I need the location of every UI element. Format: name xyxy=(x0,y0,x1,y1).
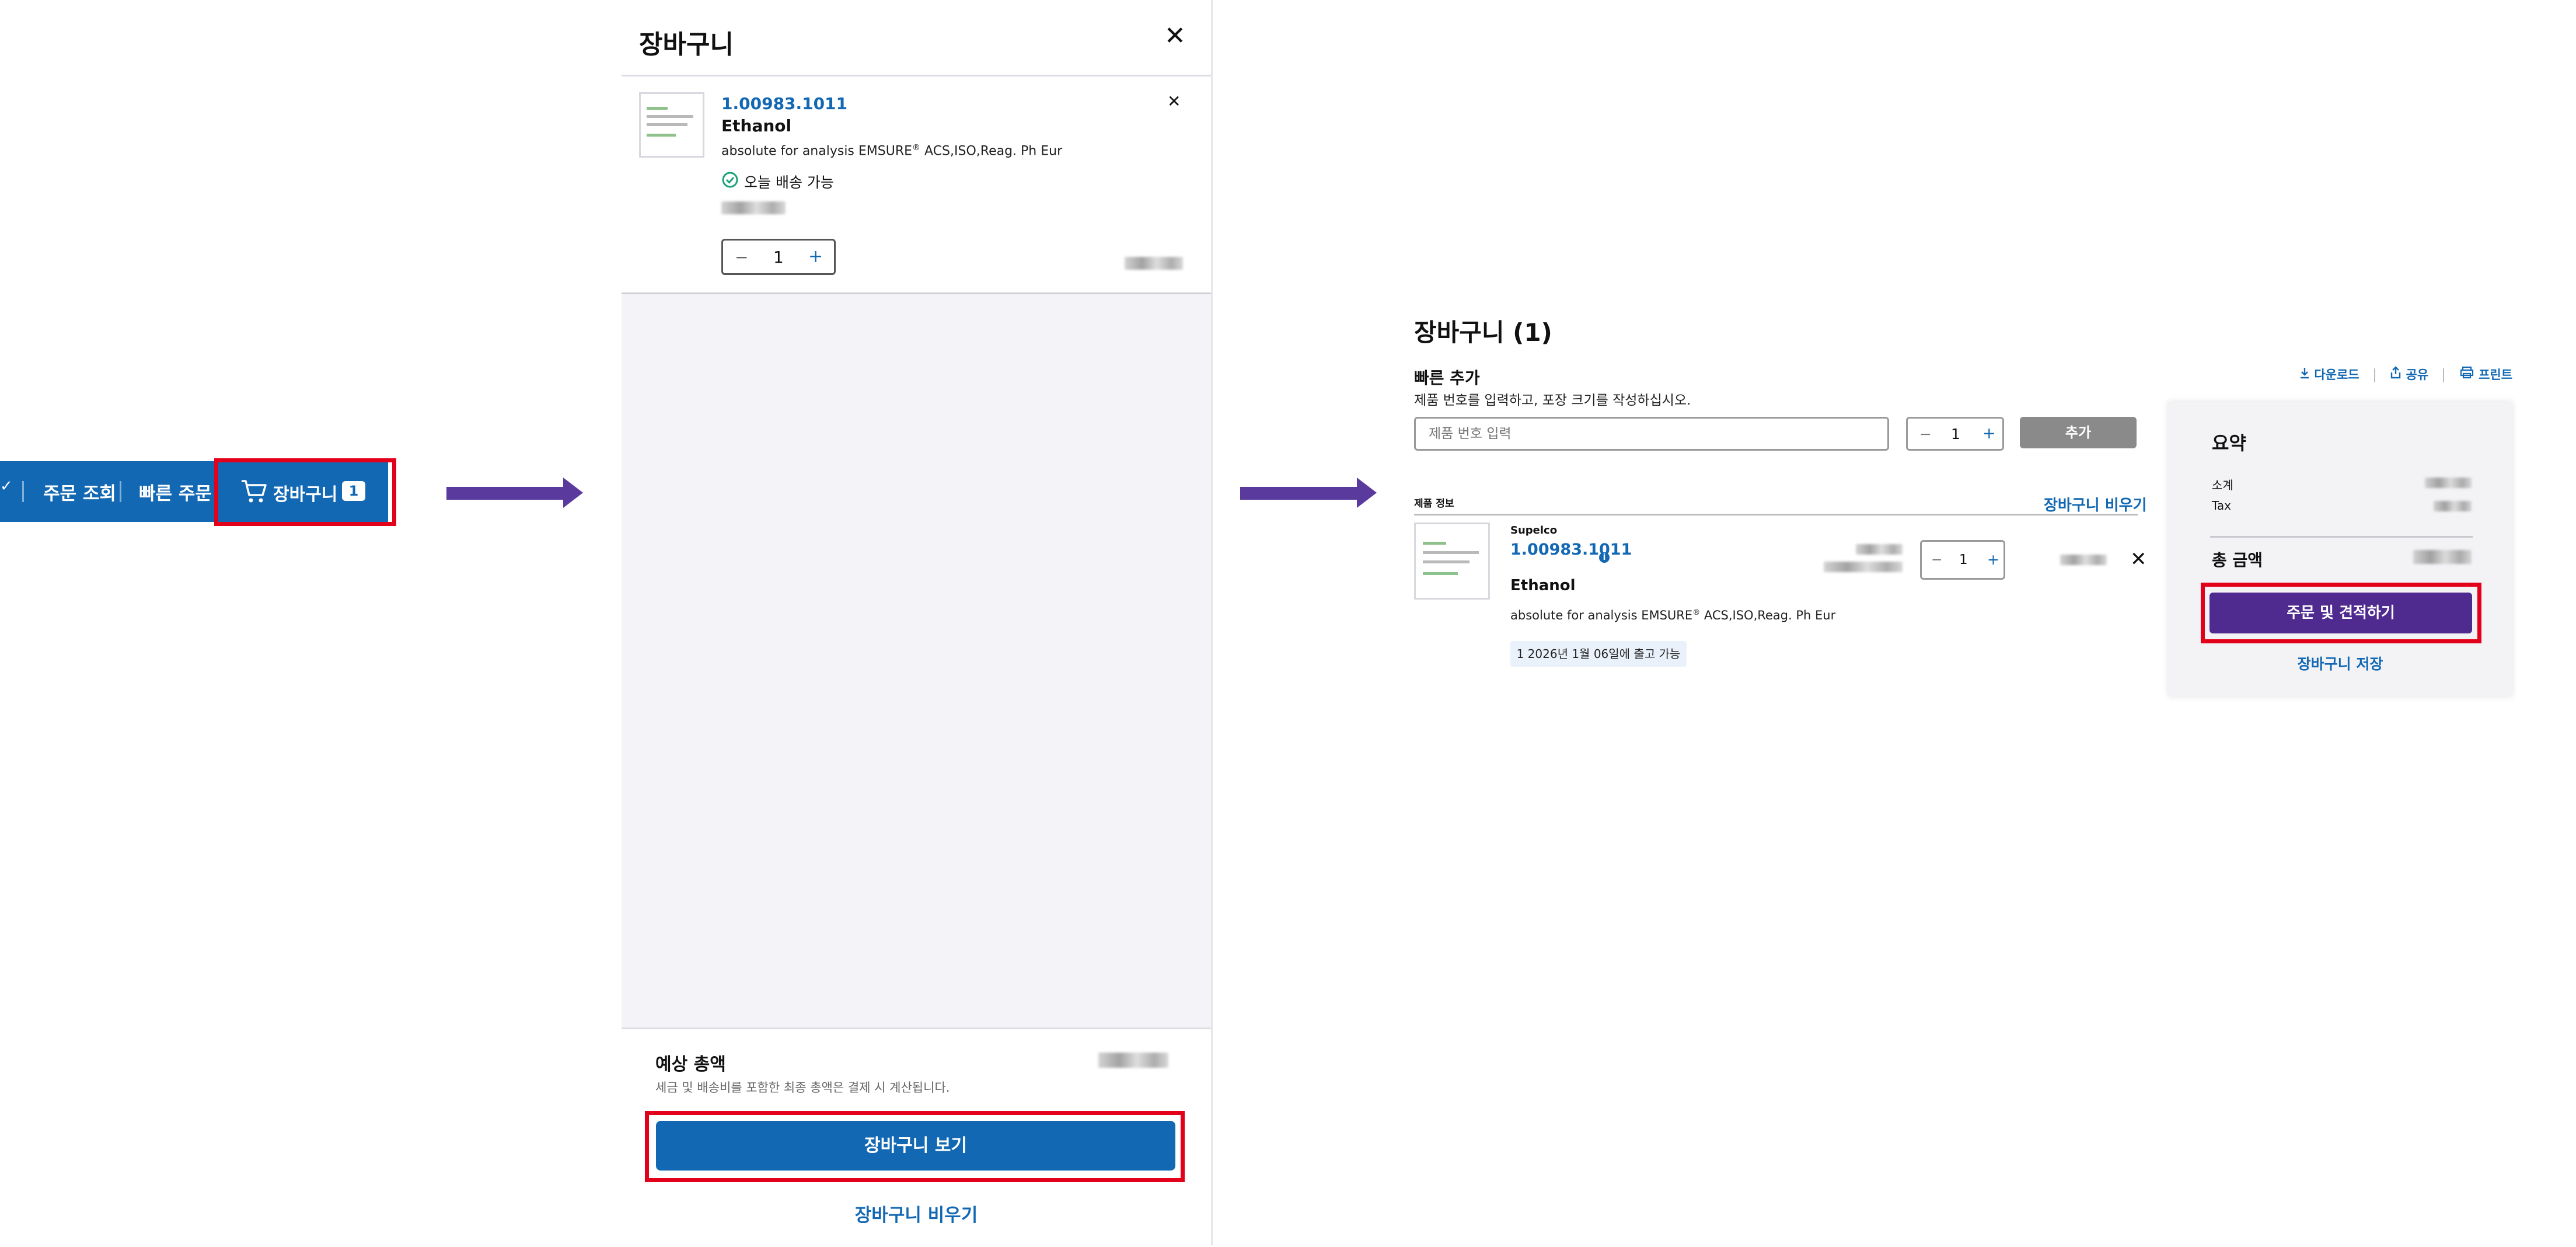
flow-arrow-head xyxy=(563,478,583,508)
nav-quick-order[interactable]: 빠른 주문 xyxy=(139,479,212,505)
clear-cart-link[interactable]: 장바구니 비우기 xyxy=(622,1200,1211,1227)
share-action[interactable]: 공유 xyxy=(2390,366,2432,382)
total-value-redacted xyxy=(2413,550,2472,564)
check-circle-icon xyxy=(722,172,738,188)
flow-arrow-head xyxy=(1357,478,1377,508)
product-info-header: 제품 정보 xyxy=(1414,498,1454,510)
tax-value-redacted xyxy=(2434,501,2472,511)
unit-price-redacted xyxy=(1856,544,1903,555)
product-sku-link[interactable]: 1.00983.1011 xyxy=(721,94,847,113)
tax-label: Tax xyxy=(2212,499,2231,513)
top-nav-bar: ✓ 주문 조회 빠른 주문 xyxy=(0,461,222,522)
quantity-value[interactable]: 1 xyxy=(1951,426,1960,443)
subtotal-label: 소계 xyxy=(2212,478,2233,492)
subtotal-value-redacted xyxy=(2425,478,2472,488)
summary-title: 요약 xyxy=(2212,432,2246,454)
cart-actions: 다운로드 공유 프린트 xyxy=(2299,365,2512,383)
download-action[interactable]: 다운로드 xyxy=(2299,368,2364,382)
page-title: 장바구니 (1) xyxy=(1414,318,1552,347)
clear-cart-link[interactable]: 장바구니 비우기 xyxy=(2044,493,2147,515)
table-header-rule xyxy=(1414,514,2138,515)
line-price-redacted xyxy=(1125,257,1183,270)
product-description: absolute for analysis EMSURE® ACS,ISO,Re… xyxy=(721,143,1063,159)
summary-divider xyxy=(2210,536,2473,538)
product-name: Ethanol xyxy=(721,116,792,135)
decrement-button[interactable]: − xyxy=(1919,426,1932,443)
print-action[interactable]: 프린트 xyxy=(2459,366,2512,382)
info-icon[interactable]: i xyxy=(1599,552,1610,563)
total-label: 총 금액 xyxy=(2212,551,2263,570)
availability-text: 오늘 배송 가능 xyxy=(744,174,834,191)
highlight-box xyxy=(645,1111,1185,1182)
mini-cart-header: 장바구니 ✕ xyxy=(622,0,1211,76)
quick-add-title: 빠른 추가 xyxy=(1414,368,1480,388)
order-summary-card: 요약 소계 Tax 총 금액 주문 및 견적하기 장바구니 저장 xyxy=(2168,402,2512,696)
remove-item-icon[interactable]: ✕ xyxy=(1167,92,1181,111)
nav-order-lookup[interactable]: 주문 조회 xyxy=(43,479,116,505)
add-button[interactable]: 추가 xyxy=(2020,417,2137,448)
highlight-box xyxy=(214,458,396,526)
increment-button[interactable]: + xyxy=(1987,551,1999,568)
divider xyxy=(2373,368,2375,382)
unit-price-redacted xyxy=(1824,562,1903,572)
quantity-value[interactable]: 1 xyxy=(1959,552,1968,567)
product-thumbnail[interactable] xyxy=(639,92,704,158)
product-name: Ethanol xyxy=(1510,577,1576,594)
product-thumbnail[interactable] xyxy=(1414,523,1490,600)
estimated-total-redacted xyxy=(1098,1053,1168,1068)
quantity-stepper[interactable]: − 1 + xyxy=(721,239,836,275)
mini-cart-drawer: 장바구니 ✕ 1.00983.1011 Ethanol absolute for… xyxy=(622,0,1213,1247)
sku-input[interactable] xyxy=(1414,417,1889,451)
flow-arrow xyxy=(446,487,563,500)
line-price-redacted xyxy=(2060,555,2107,565)
download-icon xyxy=(2301,368,2309,379)
printer-icon xyxy=(2460,366,2473,379)
nav-divider xyxy=(120,481,121,502)
product-description: absolute for analysis EMSURE® ACS,ISO,Re… xyxy=(1510,608,1836,622)
quick-add-quantity-stepper[interactable]: − 1 + xyxy=(1906,417,2004,451)
highlight-box xyxy=(2201,583,2481,643)
quantity-stepper[interactable]: − 1 + xyxy=(1920,540,2005,580)
chevron-down-icon[interactable]: ✓ xyxy=(0,478,13,495)
share-icon xyxy=(2391,366,2401,379)
estimated-total-note: 세금 및 배송비를 포함한 최종 총액은 결제 시 계산됩니다. xyxy=(655,1081,950,1095)
divider xyxy=(2443,368,2445,382)
increment-button[interactable]: + xyxy=(1982,424,1996,443)
unit-price-redacted xyxy=(721,201,786,214)
quick-add-hint: 제품 번호를 입력하고, 포장 크기를 작성하십시오. xyxy=(1414,393,1691,408)
flow-arrow xyxy=(1240,487,1357,500)
remove-item-icon[interactable]: ✕ xyxy=(2130,548,2147,571)
quantity-value[interactable]: 1 xyxy=(773,248,784,267)
save-cart-link[interactable]: 장바구니 저장 xyxy=(2168,653,2512,674)
product-sku-link[interactable]: 1.00983.1011 xyxy=(1510,541,1632,559)
close-icon[interactable]: ✕ xyxy=(1164,21,1186,51)
product-brand: Supelco xyxy=(1510,524,1558,537)
decrement-button[interactable]: − xyxy=(1931,552,1942,567)
increment-button[interactable]: + xyxy=(808,246,823,267)
mini-cart-title: 장바구니 xyxy=(639,30,734,60)
decrement-button[interactable]: − xyxy=(735,248,748,267)
mini-cart-footer: 예상 총액 세금 및 배송비를 포함한 최종 총액은 결제 시 계산됩니다. 장… xyxy=(622,1027,1211,1247)
mini-cart-item: 1.00983.1011 Ethanol absolute for analys… xyxy=(622,76,1211,294)
estimated-total-label: 예상 총액 xyxy=(655,1054,726,1075)
ship-date-tag: 1 2026년 1월 06일에 출고 가능 xyxy=(1510,641,1687,667)
nav-divider xyxy=(22,481,24,502)
